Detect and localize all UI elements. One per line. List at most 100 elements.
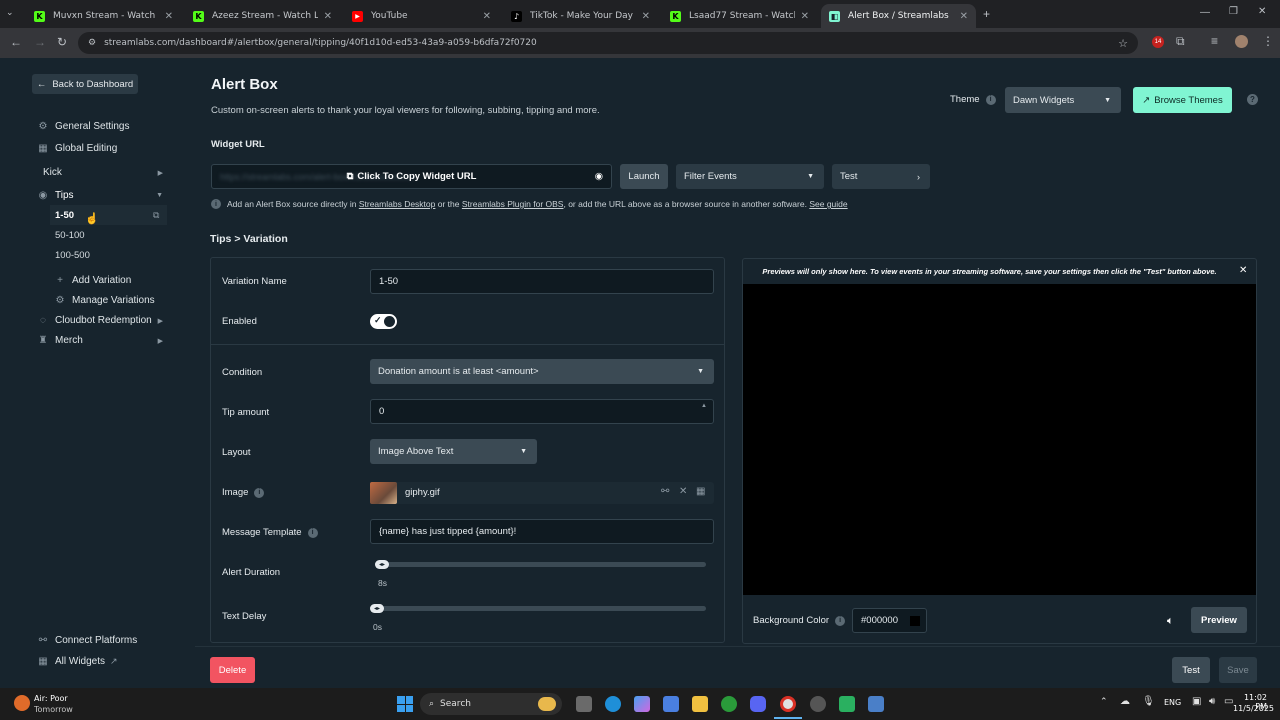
task-view-icon[interactable] bbox=[576, 696, 592, 712]
onedrive-icon[interactable]: ☁ bbox=[1120, 696, 1130, 707]
close-icon[interactable]: ✕ bbox=[324, 11, 332, 22]
avatar[interactable] bbox=[1235, 35, 1248, 48]
slider-handle[interactable]: ◂▸ bbox=[375, 560, 389, 569]
reload-icon[interactable]: ↻ bbox=[57, 35, 67, 49]
test-event-select[interactable]: Test › bbox=[832, 164, 930, 189]
new-tab-icon[interactable]: + bbox=[983, 7, 990, 21]
slider-handle[interactable]: ◂▸ bbox=[370, 604, 384, 613]
variation-50-100[interactable]: 50-100 bbox=[55, 230, 85, 241]
variation-1-50[interactable]: 1-50 bbox=[55, 210, 74, 221]
url-field[interactable]: ⚙ streamlabs.com/dashboard#/alertbox/gen… bbox=[78, 32, 1138, 54]
obs-plugin-link[interactable]: Streamlabs Plugin for OBS bbox=[462, 199, 564, 209]
tab-azeez[interactable]: K Azeez Stream - Watch Live on✕ bbox=[185, 4, 340, 28]
close-notice-icon[interactable]: ✕ bbox=[1239, 265, 1247, 276]
sidebar-item-tips[interactable]: ◉ Tips ▼ bbox=[38, 190, 163, 201]
preview-button[interactable]: Preview bbox=[1191, 607, 1247, 633]
streamlabs-desktop-link[interactable]: Streamlabs Desktop bbox=[359, 199, 436, 209]
extension-badge-icon[interactable]: 14 bbox=[1152, 36, 1164, 48]
clock-date[interactable]: 11/5/2025 bbox=[1233, 704, 1274, 713]
weather-icon[interactable] bbox=[14, 695, 30, 711]
back-arrow-icon[interactable]: ← bbox=[10, 35, 22, 49]
alert-duration-slider[interactable] bbox=[375, 562, 706, 567]
variation-100-500[interactable]: 100-500 bbox=[55, 250, 90, 261]
tab-youtube[interactable]: ▶ YouTube ✕ bbox=[344, 4, 499, 28]
media-controls-icon[interactable]: ≡ bbox=[1211, 34, 1218, 48]
duplicate-icon[interactable]: ⧉ bbox=[153, 210, 159, 221]
sidebar-item-merch[interactable]: ♜ Merch ▶ bbox=[38, 335, 163, 346]
sidebar-item-general-settings[interactable]: ⚙ General Settings bbox=[38, 121, 163, 132]
network-icon[interactable]: ▣ bbox=[1192, 696, 1201, 707]
close-icon[interactable]: ✕ bbox=[642, 11, 650, 22]
test-button[interactable]: Test bbox=[1172, 657, 1210, 683]
app-icon[interactable] bbox=[810, 696, 826, 712]
tab-tiktok[interactable]: ♪ TikTok - Make Your Day ✕ bbox=[503, 4, 658, 28]
text-delay-slider[interactable] bbox=[375, 606, 706, 611]
taskbar-search[interactable]: ⌕ Search bbox=[420, 693, 562, 715]
windows-start-icon[interactable] bbox=[397, 696, 413, 712]
minimize-icon[interactable]: — bbox=[1200, 7, 1210, 18]
close-icon[interactable]: ✕ bbox=[165, 11, 173, 22]
sidebar-item-kick[interactable]: Kick ▶ bbox=[43, 167, 163, 178]
layout-select[interactable]: Image Above Text ▼ bbox=[370, 439, 537, 464]
background-color-input[interactable]: #000000 bbox=[852, 608, 927, 633]
link-icon[interactable]: ⚯ bbox=[661, 486, 669, 497]
store-icon[interactable] bbox=[663, 696, 679, 712]
help-icon[interactable]: ? bbox=[1247, 94, 1258, 105]
sidebar-item-global-editing[interactable]: ▦ Global Editing bbox=[38, 143, 163, 154]
image-field[interactable]: giphy.gif ⚯ ✕ ▦ bbox=[370, 482, 714, 504]
color-swatch[interactable] bbox=[910, 616, 920, 626]
close-icon[interactable]: ✕ bbox=[960, 11, 968, 22]
discord-icon[interactable] bbox=[750, 696, 766, 712]
save-button[interactable]: Save bbox=[1219, 657, 1257, 683]
grid-icon[interactable]: ▦ bbox=[696, 486, 705, 497]
forward-arrow-icon[interactable]: → bbox=[34, 35, 46, 49]
enabled-toggle[interactable]: ✓ bbox=[370, 314, 397, 329]
stepper-up-icon[interactable]: ▲ bbox=[701, 403, 707, 409]
language-indicator[interactable]: ENG bbox=[1164, 698, 1181, 707]
speaker-icon[interactable]: 🔊︎ bbox=[1209, 696, 1215, 707]
maximize-icon[interactable]: ❐ bbox=[1229, 6, 1238, 17]
variation-name-input[interactable]: 1-50 bbox=[370, 269, 714, 294]
copilot-icon[interactable] bbox=[634, 696, 650, 712]
extensions-icon[interactable]: ⧉ bbox=[1176, 34, 1185, 49]
volume-icon[interactable]: 🔈︎ bbox=[1167, 615, 1174, 628]
sidebar-item-cloudbot[interactable]: ◌ Cloudbot Redemption ▶ bbox=[38, 315, 163, 326]
eye-icon[interactable]: ◉ bbox=[595, 171, 603, 182]
window-close-icon[interactable]: ✕ bbox=[1258, 6, 1266, 17]
delete-button[interactable]: Delete bbox=[210, 657, 255, 683]
close-icon[interactable]: ✕ bbox=[483, 11, 491, 22]
back-to-dashboard-button[interactable]: ← Back to Dashboard bbox=[32, 74, 138, 94]
theme-select[interactable]: Dawn Widgets ▼ bbox=[1005, 87, 1121, 113]
message-template-input[interactable]: {name} has just tipped {amount}! bbox=[370, 519, 714, 544]
tab-alertbox[interactable]: ◧ Alert Box / Streamlabs ✕ bbox=[821, 4, 976, 28]
filter-events-select[interactable]: Filter Events ▼ bbox=[676, 164, 824, 189]
app-green-icon[interactable] bbox=[839, 696, 855, 712]
tab-muvxn[interactable]: K Muvxn Stream - Watch Live on✕ bbox=[26, 4, 181, 28]
see-guide-link[interactable]: See guide bbox=[809, 199, 847, 209]
close-icon[interactable]: ✕ bbox=[679, 486, 687, 497]
file-explorer-icon[interactable] bbox=[692, 696, 708, 712]
chevron-up-icon[interactable]: ⌃ bbox=[1100, 697, 1108, 707]
sidebar-item-connect-platforms[interactable]: ⚯ Connect Platforms bbox=[38, 635, 163, 646]
menu-dots-icon[interactable]: ⋮ bbox=[1262, 34, 1274, 48]
browse-themes-button[interactable]: ↗ Browse Themes bbox=[1133, 87, 1232, 113]
sidebar-item-all-widgets[interactable]: ▦ All Widgets ↗ bbox=[38, 656, 163, 667]
site-info-icon[interactable]: ⚙ bbox=[88, 38, 96, 48]
breadcrumb-tips[interactable]: Tips bbox=[210, 233, 231, 245]
launch-button[interactable]: Launch bbox=[620, 164, 668, 189]
close-icon[interactable]: ✕ bbox=[801, 11, 809, 22]
shield-icon[interactable] bbox=[868, 696, 884, 712]
bookmark-star-icon[interactable]: ☆ bbox=[1118, 37, 1128, 50]
edge-icon[interactable] bbox=[605, 696, 621, 712]
add-variation-button[interactable]: + Add Variation bbox=[55, 275, 165, 286]
manage-variations-button[interactable]: ⚙ Manage Variations bbox=[55, 295, 165, 306]
tab-search-icon[interactable]: ⌄ bbox=[6, 7, 14, 18]
widget-url-field[interactable]: https://streamlabs.com/alert-box/v3/xxxx… bbox=[211, 164, 612, 189]
tip-amount-input[interactable]: 0 ▲ bbox=[370, 399, 714, 424]
condition-select[interactable]: Donation amount is at least <amount> ▼ bbox=[370, 359, 714, 384]
tab-lsaad77[interactable]: K Lsaad77 Stream - Watch Live or✕ bbox=[662, 4, 817, 28]
chrome-icon[interactable] bbox=[780, 696, 796, 712]
xbox-icon[interactable] bbox=[721, 696, 737, 712]
microphone-icon[interactable]: 🎙︎ bbox=[1142, 696, 1155, 707]
copy-url-button[interactable]: ⧉ Click To Copy Widget URL bbox=[347, 171, 477, 182]
